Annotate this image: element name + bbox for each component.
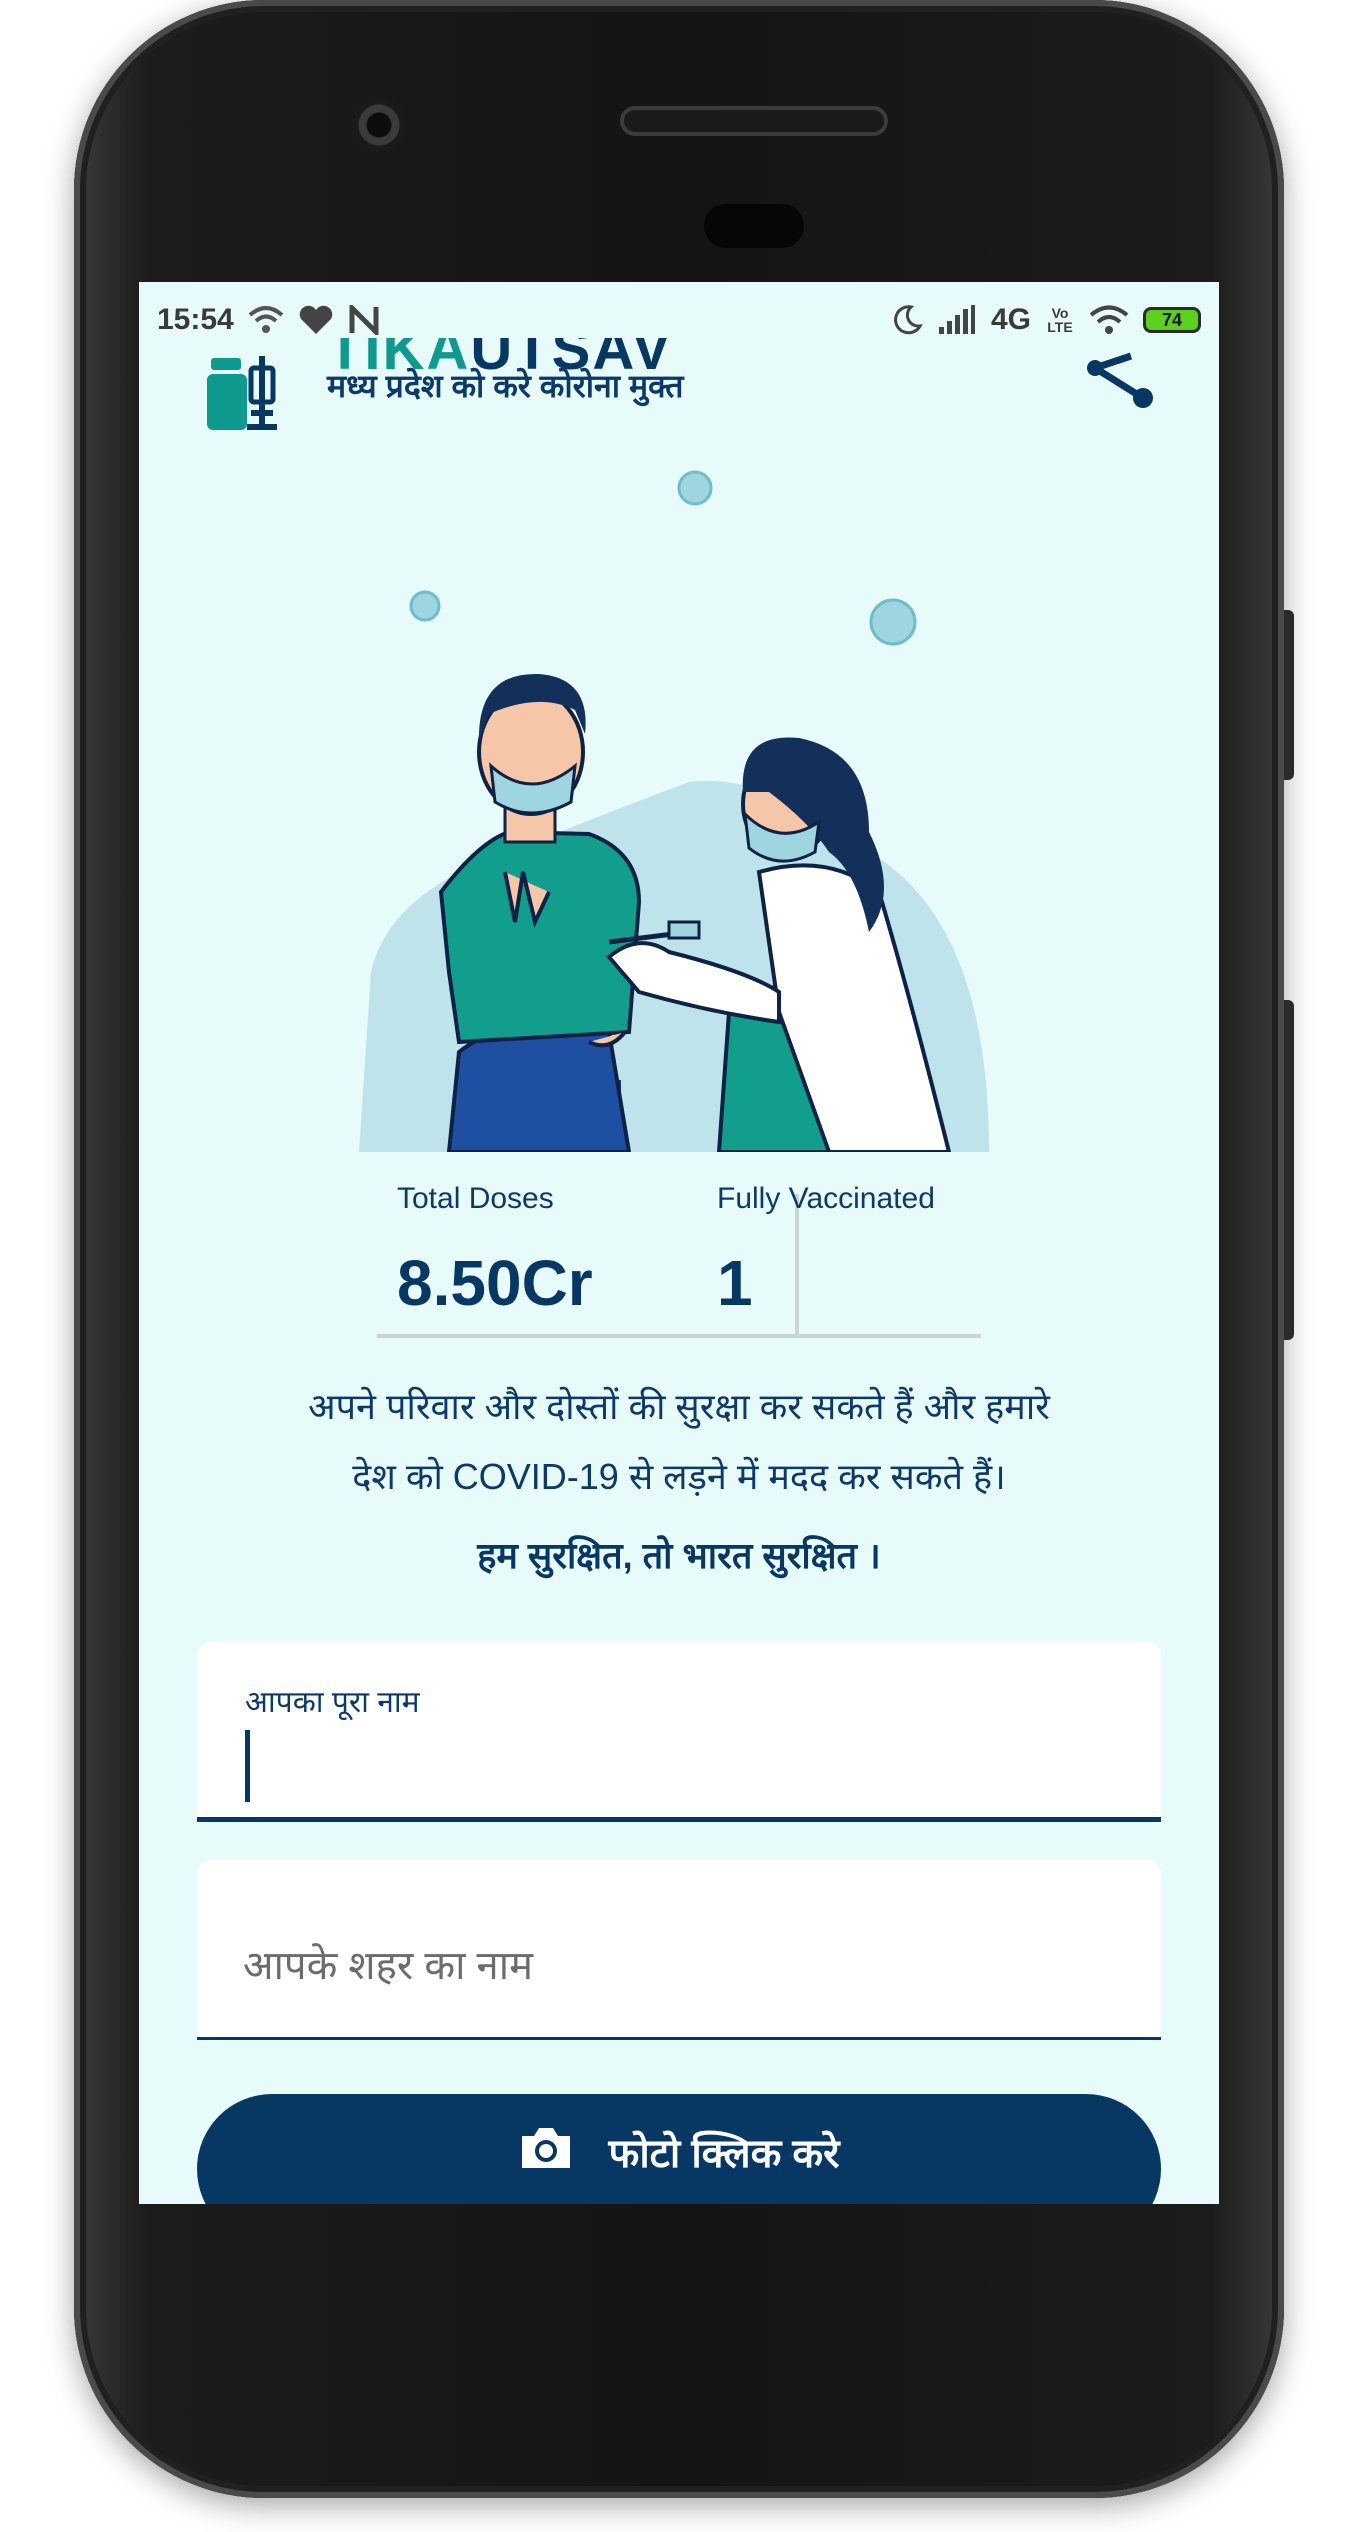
- power-button: [1284, 610, 1294, 780]
- n-app-icon: [349, 305, 379, 335]
- city-name-input[interactable]: [241, 1920, 1105, 2012]
- city-name-field[interactable]: [197, 1860, 1161, 2040]
- volume-button: [1284, 1000, 1294, 1340]
- total-doses-label: Total Doses: [397, 1182, 554, 1215]
- full-name-label: आपका पूरा नाम: [245, 1686, 420, 1719]
- fully-vaccinated-value: 1: [717, 1247, 753, 1319]
- wifi-icon: [1089, 305, 1129, 334]
- text-cursor: [245, 1730, 250, 1802]
- stat-fully-vaccinated: Fully Vaccinated 1: [717, 1182, 935, 1320]
- share-icon[interactable]: [1087, 350, 1157, 410]
- total-doses-value: 8.50Cr: [397, 1247, 593, 1319]
- click-photo-button[interactable]: फोटो क्लिक करे: [197, 2094, 1161, 2204]
- battery-icon: 74: [1143, 307, 1201, 333]
- volte-badge: Vo LTE: [1047, 305, 1073, 335]
- full-name-field[interactable]: आपका पूरा नाम: [197, 1642, 1161, 1822]
- proximity-sensor: [704, 204, 804, 248]
- app-screen: 15:54 4G Vo LTE 74 TIKAUTSAV मध्य प्रदेश…: [139, 282, 1219, 2204]
- front-camera: [352, 98, 406, 152]
- stat-total-doses: Total Doses 8.50Cr: [397, 1182, 593, 1320]
- vaccination-stats: Total Doses 8.50Cr Fully Vaccinated 1: [377, 1182, 981, 1338]
- info-message: अपने परिवार और दोस्तों की सुरक्षा कर सकत…: [199, 1372, 1159, 1512]
- earpiece-speaker: [620, 106, 888, 136]
- slogan: हम सुरक्षित, तो भारत सुरक्षित ।: [477, 1535, 881, 1576]
- virus-icon: [409, 470, 917, 646]
- signal-icon: [938, 305, 975, 334]
- click-photo-label: फोटो क्लिक करे: [608, 2132, 840, 2176]
- vaccination-illustration: [359, 470, 989, 1152]
- message-line-1: अपने परिवार और दोस्तों की सुरक्षा कर सकत…: [308, 1386, 1050, 1427]
- message-line-2: देश को COVID-19 से लड़ने में मदद कर सकते…: [352, 1456, 1006, 1497]
- fully-vaccinated-label: Fully Vaccinated: [717, 1182, 935, 1215]
- app-header: TIKAUTSAV मध्य प्रदेश को करे कोरोना मुक्…: [139, 338, 1219, 432]
- camera-icon: [522, 2128, 571, 2168]
- moon-icon: [894, 305, 923, 335]
- app-tagline: मध्य प्रदेश को करे कोरोना मुक्त: [327, 368, 684, 404]
- vaccine-logo-icon: [207, 356, 277, 430]
- heart-icon: [299, 305, 332, 334]
- wifi-icon: [248, 306, 284, 333]
- network-type: 4G: [990, 303, 1031, 336]
- status-time: 15:54: [157, 303, 234, 336]
- patient-figure: [438, 673, 642, 1152]
